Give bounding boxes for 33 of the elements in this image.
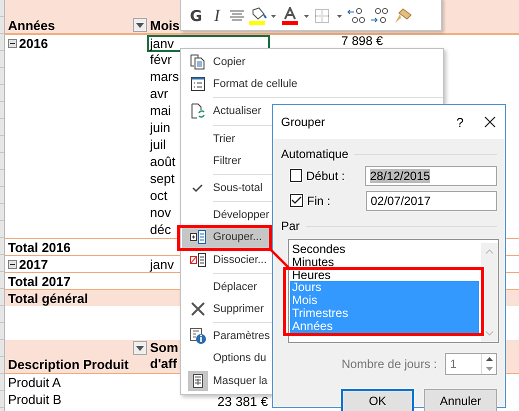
cell-value: 7 898 € (341, 34, 383, 48)
row-label: Total général (8, 290, 88, 307)
column-header: Mois (150, 18, 180, 33)
row-label: 2016 (19, 35, 48, 52)
row-label: Total 2016 (8, 239, 71, 256)
cell-text: août (150, 154, 176, 169)
section-label: Automatique (281, 147, 348, 161)
cell-text: janv (150, 36, 174, 51)
column-header: Som (150, 340, 178, 356)
row-label: Produit B (8, 391, 62, 408)
cell-text: oct (150, 188, 168, 203)
cell-text: mars (150, 69, 179, 84)
cell-text: sept (150, 171, 175, 186)
column-header: d'aff (150, 356, 177, 372)
row-label: 2017 (19, 256, 48, 273)
cell-text: juil (150, 137, 166, 152)
section-label: Par (281, 219, 300, 233)
field-label: Début : (306, 168, 346, 182)
row-label: Produit A (8, 374, 61, 391)
cell-text: avr (150, 86, 168, 101)
cell-text: déc (150, 222, 171, 237)
column-header: Années (8, 17, 55, 34)
cell-text: mai (150, 103, 171, 118)
cell-text: févr (150, 52, 172, 67)
cell-text: juin (150, 120, 170, 135)
row-label: Total 2017 (8, 273, 71, 290)
dialog-title: Grouper (281, 115, 326, 129)
column-header: Description Produit (8, 356, 129, 373)
field-label: Fin : (307, 194, 332, 208)
cell-text: janv (150, 257, 174, 272)
field-label: Nombre de jours : (342, 357, 437, 371)
cell-value: 23 381 € (217, 394, 268, 409)
cell-text: nov (150, 205, 171, 220)
